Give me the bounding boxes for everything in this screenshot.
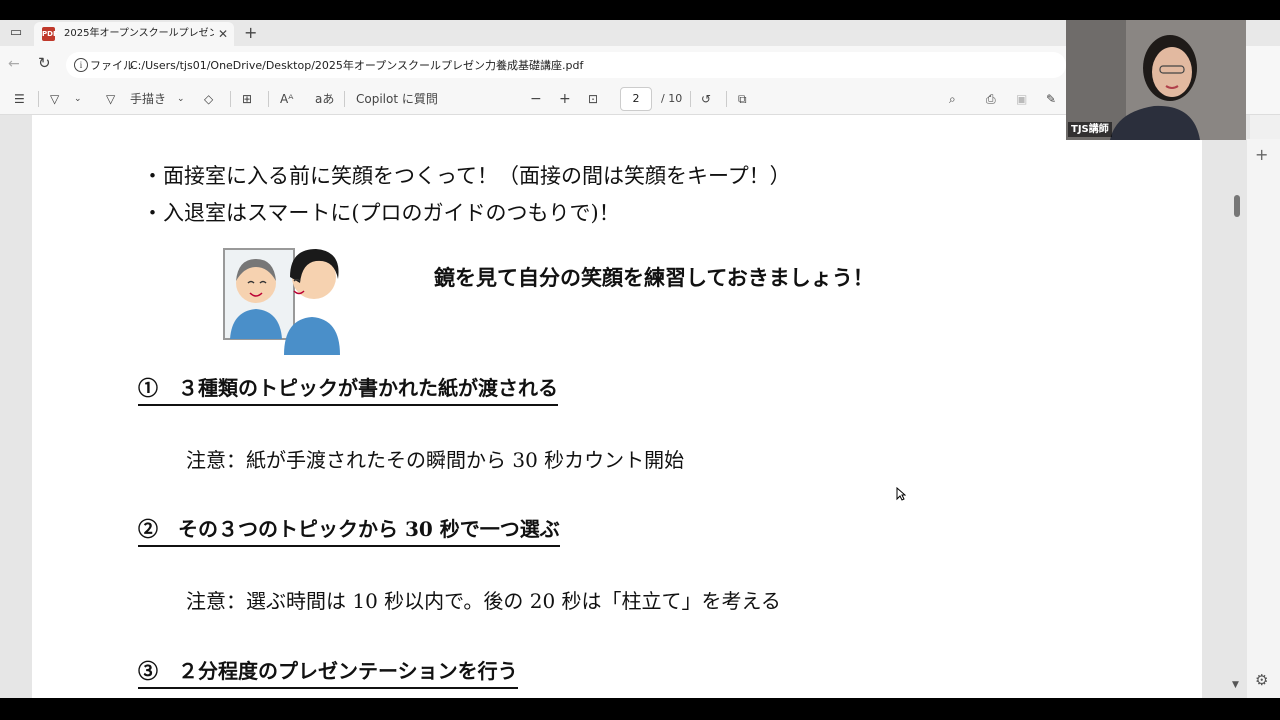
page-number-input[interactable]: 2 — [620, 87, 652, 111]
search-icon[interactable]: ⌕ — [949, 90, 956, 108]
mirror-smile-illustration — [223, 248, 340, 355]
new-tab-icon[interactable]: + — [244, 23, 257, 43]
draw-dropdown-icon[interactable]: ⌄ — [177, 90, 185, 108]
toolbar-divider — [230, 91, 231, 107]
step-3-heading: ③ ２分程度のプレゼンテーションを行う — [138, 655, 518, 689]
copilot-button[interactable]: Copilot に質問 — [356, 90, 438, 108]
print-icon[interactable]: ⎙ — [986, 90, 996, 108]
fit-page-icon[interactable]: ⊡ — [588, 90, 598, 108]
bullet-smile: ・面接室に入る前に笑顔をつくって！（面接の間は笑顔をキープ！） — [142, 164, 791, 188]
url-text[interactable]: C:/Users/tjs01/OneDrive/Desktop/2025年オープ… — [130, 57, 583, 73]
edge-sidebar: + ⚙ — [1247, 139, 1280, 698]
zoom-out-button[interactable]: − — [530, 90, 542, 108]
pdf-page: ・面接室に入る前に笑顔をつくって！（面接の間は笑顔をキープ！） ・入退室はスマー… — [32, 115, 1202, 698]
draw-pen-icon[interactable]: ▽ — [106, 90, 115, 108]
contents-list-icon[interactable]: ☰ — [14, 90, 25, 108]
zoom-in-button[interactable]: + — [559, 90, 571, 108]
draw-button[interactable]: 手描き — [130, 90, 166, 108]
mouse-cursor-icon — [896, 487, 906, 501]
site-info-icon[interactable]: i — [74, 58, 88, 72]
pdf-icon: PDF — [42, 27, 58, 41]
save-as-icon[interactable]: ✎ — [1046, 90, 1056, 108]
add-sidebar-app-icon[interactable]: + — [1255, 145, 1268, 164]
toolbar-divider — [690, 91, 691, 107]
back-arrow-icon[interactable]: ← — [8, 56, 20, 72]
save-icon[interactable]: ▣ — [1016, 90, 1027, 108]
sidebar-settings-icon[interactable]: ⚙ — [1255, 671, 1268, 689]
highlight-icon[interactable]: ▽ — [50, 90, 59, 108]
mirror-caption: 鏡を見て自分の笑顔を練習しておきましょう！ — [434, 265, 874, 290]
step-1-heading: ① ３種類のトピックが書かれた紙が渡される — [138, 372, 558, 406]
refresh-icon[interactable]: ↻ — [38, 54, 51, 72]
step-2-heading: ② その３つのトピックから 30 秒で一つ選ぶ — [138, 513, 560, 547]
read-aloud-button[interactable]: Aᴬ — [280, 90, 293, 108]
highlight-dropdown-icon[interactable]: ⌄ — [74, 90, 82, 108]
step-1-note: 注意：紙が手渡されたその瞬間から 30 秒カウント開始 — [186, 448, 685, 472]
active-tab[interactable]: PDF 2025年オープンスクールプレゼン力養成 ✕ — [34, 22, 234, 46]
translate-button[interactable]: aあ — [315, 90, 334, 108]
address-bar[interactable]: i ファイル C:/Users/tjs01/OneDrive/Desktop/2… — [66, 52, 1066, 78]
add-text-icon[interactable]: ⊞ — [242, 90, 252, 108]
pdf-viewer[interactable]: ・面接室に入る前に笑顔をつくって！（面接の間は笑顔をキープ！） ・入退室はスマー… — [0, 115, 1250, 698]
toolbar-divider — [38, 91, 39, 107]
step-2-note: 注意：選ぶ時間は 10 秒以内で。後の 20 秒は「柱立て」を考える — [186, 589, 781, 613]
close-tab-icon[interactable]: ✕ — [218, 26, 228, 42]
bullet-entry-exit: ・入退室はスマートに(プロのガイドのつもりで)！ — [142, 201, 620, 225]
vertical-scrollbar[interactable]: ▼ — [1230, 115, 1246, 698]
toolbar-divider — [726, 91, 727, 107]
url-scheme: ファイル — [90, 59, 134, 72]
toolbar-divider — [268, 91, 269, 107]
scroll-down-icon[interactable]: ▼ — [1232, 680, 1239, 690]
page-view-icon[interactable]: ⧉ — [738, 90, 747, 108]
presenter-name-label: TJS講師 — [1068, 122, 1112, 137]
toolbar-divider — [344, 91, 345, 107]
webcam-overlay: TJS講師 — [1066, 20, 1246, 140]
eraser-icon[interactable]: ◇ — [204, 90, 213, 108]
scrollbar-thumb[interactable] — [1234, 195, 1240, 217]
tab-title: 2025年オープンスクールプレゼン力養成 — [64, 28, 214, 39]
page-total: / 10 — [661, 92, 683, 105]
rotate-icon[interactable]: ↺ — [701, 90, 711, 108]
tab-actions-icon[interactable]: ▭ — [8, 25, 24, 41]
